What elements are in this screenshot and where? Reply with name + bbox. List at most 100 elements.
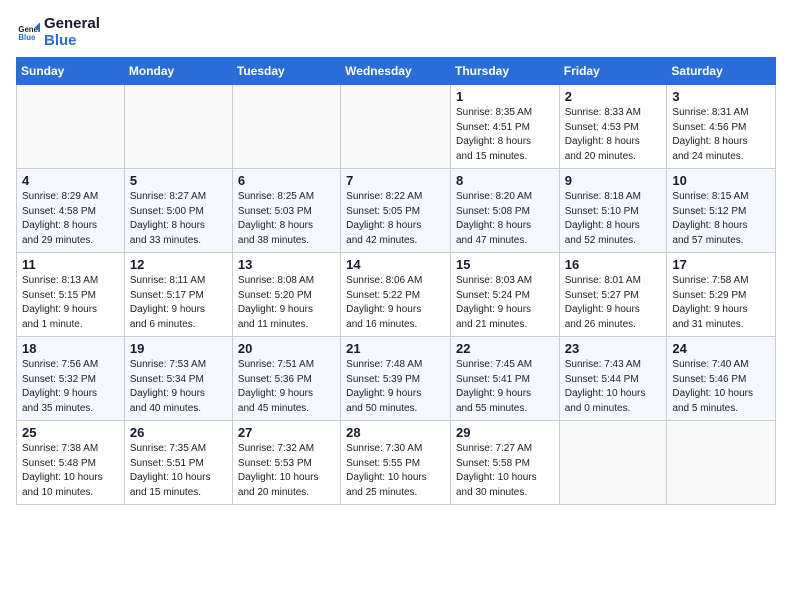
day-number: 9 bbox=[565, 173, 662, 188]
day-number: 17 bbox=[672, 257, 770, 272]
weekday-header: Sunday bbox=[17, 58, 125, 85]
weekday-header: Monday bbox=[124, 58, 232, 85]
day-info: Sunrise: 8:27 AM Sunset: 5:00 PM Dayligh… bbox=[130, 190, 227, 248]
calendar-day-cell: 25 Sunrise: 7:38 AM Sunset: 5:48 PM Dayli… bbox=[17, 421, 125, 505]
calendar-table: SundayMondayTuesdayWednesdayThursdayFrid… bbox=[16, 57, 776, 505]
calendar-day-cell bbox=[341, 85, 451, 169]
day-number: 21 bbox=[346, 341, 445, 356]
calendar-day-cell: 3 Sunrise: 8:31 AM Sunset: 4:56 PM Daylig… bbox=[667, 85, 776, 169]
calendar-day-cell: 15 Sunrise: 8:03 AM Sunset: 5:24 PM Dayli… bbox=[450, 253, 559, 337]
day-number: 5 bbox=[130, 173, 227, 188]
day-number: 8 bbox=[456, 173, 554, 188]
day-info: Sunrise: 7:43 AM Sunset: 5:44 PM Dayligh… bbox=[565, 358, 662, 416]
day-number: 25 bbox=[22, 425, 119, 440]
day-info: Sunrise: 7:53 AM Sunset: 5:34 PM Dayligh… bbox=[130, 358, 227, 416]
day-number: 18 bbox=[22, 341, 119, 356]
calendar-body: 1 Sunrise: 8:35 AM Sunset: 4:51 PM Daylig… bbox=[17, 85, 776, 505]
day-info: Sunrise: 8:20 AM Sunset: 5:08 PM Dayligh… bbox=[456, 190, 554, 248]
day-info: Sunrise: 7:27 AM Sunset: 5:58 PM Dayligh… bbox=[456, 442, 554, 500]
day-info: Sunrise: 8:22 AM Sunset: 5:05 PM Dayligh… bbox=[346, 190, 445, 248]
calendar-day-cell: 1 Sunrise: 8:35 AM Sunset: 4:51 PM Daylig… bbox=[450, 85, 559, 169]
calendar-day-cell: 2 Sunrise: 8:33 AM Sunset: 4:53 PM Daylig… bbox=[559, 85, 667, 169]
page-header: General Blue General Blue bbox=[16, 16, 776, 49]
calendar-week-row: 4 Sunrise: 8:29 AM Sunset: 4:58 PM Daylig… bbox=[17, 169, 776, 253]
day-info: Sunrise: 8:03 AM Sunset: 5:24 PM Dayligh… bbox=[456, 274, 554, 332]
day-number: 7 bbox=[346, 173, 445, 188]
day-info: Sunrise: 7:38 AM Sunset: 5:48 PM Dayligh… bbox=[22, 442, 119, 500]
day-info: Sunrise: 7:51 AM Sunset: 5:36 PM Dayligh… bbox=[238, 358, 335, 416]
calendar-day-cell: 18 Sunrise: 7:56 AM Sunset: 5:32 PM Dayli… bbox=[17, 337, 125, 421]
calendar-day-cell bbox=[232, 85, 340, 169]
day-number: 10 bbox=[672, 173, 770, 188]
day-number: 13 bbox=[238, 257, 335, 272]
day-info: Sunrise: 7:32 AM Sunset: 5:53 PM Dayligh… bbox=[238, 442, 335, 500]
day-number: 6 bbox=[238, 173, 335, 188]
calendar-day-cell: 16Sunrise: 8:01 AM Sunset: 5:27 PM Dayli… bbox=[559, 253, 667, 337]
day-info: Sunrise: 8:11 AM Sunset: 5:17 PM Dayligh… bbox=[130, 274, 227, 332]
calendar-day-cell: 17 Sunrise: 7:58 AM Sunset: 5:29 PM Dayli… bbox=[667, 253, 776, 337]
day-number: 22 bbox=[456, 341, 554, 356]
day-info: Sunrise: 8:35 AM Sunset: 4:51 PM Dayligh… bbox=[456, 106, 554, 164]
day-number: 11 bbox=[22, 257, 119, 272]
day-number: 2 bbox=[565, 89, 662, 104]
logo-icon: General Blue bbox=[16, 21, 40, 45]
day-number: 14 bbox=[346, 257, 445, 272]
calendar-header: SundayMondayTuesdayWednesdayThursdayFrid… bbox=[17, 58, 776, 85]
day-number: 28 bbox=[346, 425, 445, 440]
day-number: 4 bbox=[22, 173, 119, 188]
calendar-day-cell: 21 Sunrise: 7:48 AM Sunset: 5:39 PM Dayli… bbox=[341, 337, 451, 421]
day-info: Sunrise: 7:56 AM Sunset: 5:32 PM Dayligh… bbox=[22, 358, 119, 416]
calendar-day-cell: 11 Sunrise: 8:13 AM Sunset: 5:15 PM Dayli… bbox=[17, 253, 125, 337]
day-info: Sunrise: 8:08 AM Sunset: 5:20 PM Dayligh… bbox=[238, 274, 335, 332]
day-number: 15 bbox=[456, 257, 554, 272]
calendar-day-cell: 5 Sunrise: 8:27 AM Sunset: 5:00 PM Daylig… bbox=[124, 169, 232, 253]
svg-text:Blue: Blue bbox=[18, 33, 36, 42]
calendar-day-cell bbox=[124, 85, 232, 169]
day-info: Sunrise: 8:25 AM Sunset: 5:03 PM Dayligh… bbox=[238, 190, 335, 248]
calendar-day-cell: 28 Sunrise: 7:30 AM Sunset: 5:55 PM Dayli… bbox=[341, 421, 451, 505]
day-number: 23 bbox=[565, 341, 662, 356]
day-info: Sunrise: 7:30 AM Sunset: 5:55 PM Dayligh… bbox=[346, 442, 445, 500]
calendar-day-cell: 7 Sunrise: 8:22 AM Sunset: 5:05 PM Daylig… bbox=[341, 169, 451, 253]
day-number: 26 bbox=[130, 425, 227, 440]
calendar-day-cell: 9 Sunrise: 8:18 AM Sunset: 5:10 PM Daylig… bbox=[559, 169, 667, 253]
calendar-week-row: 18 Sunrise: 7:56 AM Sunset: 5:32 PM Dayli… bbox=[17, 337, 776, 421]
calendar-day-cell: 23 Sunrise: 7:43 AM Sunset: 5:44 PM Dayli… bbox=[559, 337, 667, 421]
calendar-week-row: 25 Sunrise: 7:38 AM Sunset: 5:48 PM Dayli… bbox=[17, 421, 776, 505]
day-number: 29 bbox=[456, 425, 554, 440]
day-number: 20 bbox=[238, 341, 335, 356]
day-info: Sunrise: 7:45 AM Sunset: 5:41 PM Dayligh… bbox=[456, 358, 554, 416]
calendar-day-cell: 29 Sunrise: 7:27 AM Sunset: 5:58 PM Dayli… bbox=[450, 421, 559, 505]
day-info: Sunrise: 8:33 AM Sunset: 4:53 PM Dayligh… bbox=[565, 106, 662, 164]
day-number: 12 bbox=[130, 257, 227, 272]
calendar-day-cell: 6 Sunrise: 8:25 AM Sunset: 5:03 PM Daylig… bbox=[232, 169, 340, 253]
day-number: 3 bbox=[672, 89, 770, 104]
day-info: Sunrise: 8:15 AM Sunset: 5:12 PM Dayligh… bbox=[672, 190, 770, 248]
day-number: 24 bbox=[672, 341, 770, 356]
weekday-header: Saturday bbox=[667, 58, 776, 85]
weekday-header: Thursday bbox=[450, 58, 559, 85]
calendar-day-cell: 13 Sunrise: 8:08 AM Sunset: 5:20 PM Dayli… bbox=[232, 253, 340, 337]
day-info: Sunrise: 8:06 AM Sunset: 5:22 PM Dayligh… bbox=[346, 274, 445, 332]
weekday-header: Tuesday bbox=[232, 58, 340, 85]
day-info: Sunrise: 7:58 AM Sunset: 5:29 PM Dayligh… bbox=[672, 274, 770, 332]
day-number: 1 bbox=[456, 89, 554, 104]
day-info: Sunrise: 8:29 AM Sunset: 4:58 PM Dayligh… bbox=[22, 190, 119, 248]
day-number: 27 bbox=[238, 425, 335, 440]
day-info: Sunrise: 8:18 AM Sunset: 5:10 PM Dayligh… bbox=[565, 190, 662, 248]
logo: General Blue General Blue bbox=[16, 16, 100, 49]
day-number: 19 bbox=[130, 341, 227, 356]
calendar-day-cell bbox=[667, 421, 776, 505]
calendar-day-cell: 12 Sunrise: 8:11 AM Sunset: 5:17 PM Dayli… bbox=[124, 253, 232, 337]
day-info: Sunrise: 8:31 AM Sunset: 4:56 PM Dayligh… bbox=[672, 106, 770, 164]
calendar-day-cell bbox=[559, 421, 667, 505]
calendar-day-cell: 22 Sunrise: 7:45 AM Sunset: 5:41 PM Dayli… bbox=[450, 337, 559, 421]
calendar-day-cell: 14 Sunrise: 8:06 AM Sunset: 5:22 PM Dayli… bbox=[341, 253, 451, 337]
day-info: Sunrise: 8:13 AM Sunset: 5:15 PM Dayligh… bbox=[22, 274, 119, 332]
logo-name: General Blue bbox=[44, 16, 100, 49]
header-row: SundayMondayTuesdayWednesdayThursdayFrid… bbox=[17, 58, 776, 85]
day-info: Sunrise: 7:48 AM Sunset: 5:39 PM Dayligh… bbox=[346, 358, 445, 416]
calendar-day-cell bbox=[17, 85, 125, 169]
day-info: Sunrise: 7:35 AM Sunset: 5:51 PM Dayligh… bbox=[130, 442, 227, 500]
calendar-day-cell: 26 Sunrise: 7:35 AM Sunset: 5:51 PM Dayli… bbox=[124, 421, 232, 505]
